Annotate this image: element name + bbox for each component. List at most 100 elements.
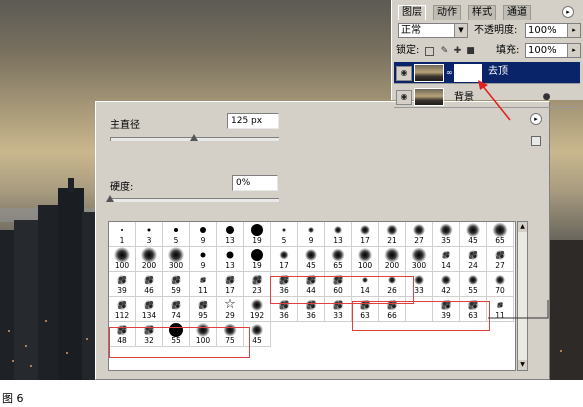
panel-menu-arrow-icon[interactable]: ▸	[530, 113, 542, 125]
brush-tip-icon	[143, 299, 155, 311]
brush-preset[interactable]: 74	[163, 297, 190, 322]
brush-size-label: 9	[200, 261, 206, 270]
brush-size-label: 23	[252, 286, 262, 295]
brush-preset[interactable]: 19	[244, 222, 271, 247]
brush-preset[interactable]: 59	[163, 272, 190, 297]
blend-mode-select[interactable]: 正常 ▼	[398, 23, 468, 38]
master-diameter-input[interactable]: 125 px	[227, 113, 279, 129]
layer-thumbnail	[414, 88, 444, 106]
hardness-slider-track[interactable]	[110, 198, 279, 202]
brush-preset[interactable]: 65	[487, 222, 514, 247]
brush-preset[interactable]: 112	[109, 297, 136, 322]
brush-tip-icon	[251, 249, 263, 261]
brush-preset[interactable]: 24	[460, 247, 487, 272]
brush-size-label: 17	[279, 261, 289, 270]
brush-preset[interactable]: 21	[379, 222, 406, 247]
tab-layers[interactable]: 图层	[398, 5, 426, 20]
brush-preset[interactable]: 35	[433, 222, 460, 247]
brush-size-label: 65	[495, 236, 505, 245]
brush-preset[interactable]: 3	[136, 222, 163, 247]
brush-size-label: 300	[411, 261, 427, 270]
lock-label: 锁定:	[396, 45, 420, 56]
brush-preset[interactable]: 134	[136, 297, 163, 322]
tab-styles[interactable]: 样式	[468, 5, 496, 20]
brush-size-label: 46	[144, 286, 154, 295]
scroll-up-icon[interactable]: ▲	[518, 222, 527, 232]
lock-move-icon[interactable]: ✚	[453, 47, 462, 56]
brush-preset[interactable]: 5	[271, 222, 298, 247]
brush-preset[interactable]: 9	[190, 222, 217, 247]
brush-preset[interactable]: 65	[325, 247, 352, 272]
lock-all-icon[interactable]: ■	[466, 47, 475, 56]
brush-size-label: 45	[468, 236, 478, 245]
lock-paint-icon[interactable]: ✎	[440, 47, 449, 56]
new-preset-icon[interactable]	[531, 136, 541, 146]
brush-tip-icon	[116, 299, 128, 311]
brush-preset[interactable]: 100	[352, 247, 379, 272]
brush-preset[interactable]: 27	[487, 247, 514, 272]
brush-preset[interactable]: 9	[190, 247, 217, 272]
brush-grid-scrollbar[interactable]: ▲ ▼	[517, 221, 528, 371]
brush-tip-icon	[468, 275, 478, 285]
brush-size-label: 300	[168, 261, 184, 270]
highlight-box	[352, 301, 490, 331]
brush-tip-icon	[441, 275, 451, 285]
master-diameter-slider-thumb[interactable]	[190, 134, 198, 141]
brush-preset[interactable]: 14	[433, 247, 460, 272]
fill-input[interactable]: 100% ▸	[525, 43, 581, 58]
brush-preset[interactable]: 39	[109, 272, 136, 297]
brush-preset[interactable]: 17	[217, 272, 244, 297]
brush-preset[interactable]: 5	[163, 222, 190, 247]
brush-tip-icon	[413, 224, 425, 236]
brush-size-label: 13	[225, 261, 235, 270]
scroll-down-icon[interactable]: ▼	[518, 360, 527, 370]
tab-actions[interactable]: 动作	[433, 5, 461, 20]
brush-preset[interactable]: 17	[271, 247, 298, 272]
layers-menu-arrow-icon[interactable]: ▸	[562, 6, 574, 18]
brush-preset[interactable]: 1	[109, 222, 136, 247]
brush-preset[interactable]: 13	[325, 222, 352, 247]
lock-transparency-icon[interactable]	[425, 47, 434, 56]
hardness-slider-thumb[interactable]	[106, 195, 114, 202]
brush-preset[interactable]: 42	[433, 272, 460, 297]
brush-tip-icon	[334, 226, 342, 234]
brush-preset[interactable]: 46	[136, 272, 163, 297]
brush-preset[interactable]: 200	[136, 247, 163, 272]
brush-size-label: 70	[495, 286, 505, 295]
building-spire	[68, 178, 74, 192]
brush-preset[interactable]: 45	[460, 222, 487, 247]
brush-size-label: 42	[441, 286, 451, 295]
brush-preset[interactable]: 23	[244, 272, 271, 297]
brush-preset[interactable]: 13	[217, 247, 244, 272]
brush-preset[interactable]: 45	[298, 247, 325, 272]
eye-icon[interactable]: ◉	[396, 66, 412, 81]
brush-preset[interactable]: 17	[352, 222, 379, 247]
brush-preset[interactable]: 300	[406, 247, 433, 272]
brush-preset[interactable]: ☆ 29	[217, 297, 244, 322]
brush-tip-icon	[224, 274, 236, 286]
brush-preset[interactable]: 27	[406, 222, 433, 247]
brush-preset[interactable]: 55	[460, 272, 487, 297]
brush-preset[interactable]: 192	[244, 297, 271, 322]
brush-preset[interactable]: 13	[217, 222, 244, 247]
brush-preset[interactable]: 100	[109, 247, 136, 272]
brush-size-label: 27	[495, 261, 505, 270]
brush-size-label: 36	[306, 311, 316, 320]
brush-tip-icon	[308, 227, 314, 233]
eye-icon[interactable]: ◉	[396, 90, 412, 105]
brush-preset[interactable]: 70	[487, 272, 514, 297]
brush-preset[interactable]: 9	[298, 222, 325, 247]
brush-preset[interactable]: 19	[244, 247, 271, 272]
hardness-input[interactable]: 0%	[232, 175, 278, 191]
brush-preset[interactable]: 200	[379, 247, 406, 272]
brush-size-label: 95	[198, 311, 208, 320]
brush-preset[interactable]: 300	[163, 247, 190, 272]
building	[38, 205, 60, 380]
tab-channels[interactable]: 通道	[503, 5, 531, 20]
brush-tip-icon	[251, 224, 263, 236]
fill-arrow-icon: ▸	[567, 44, 580, 57]
opacity-input[interactable]: 100% ▸	[525, 23, 581, 38]
brush-size-label: 19	[252, 236, 262, 245]
brush-preset[interactable]: 95	[190, 297, 217, 322]
brush-preset[interactable]: 11	[190, 272, 217, 297]
